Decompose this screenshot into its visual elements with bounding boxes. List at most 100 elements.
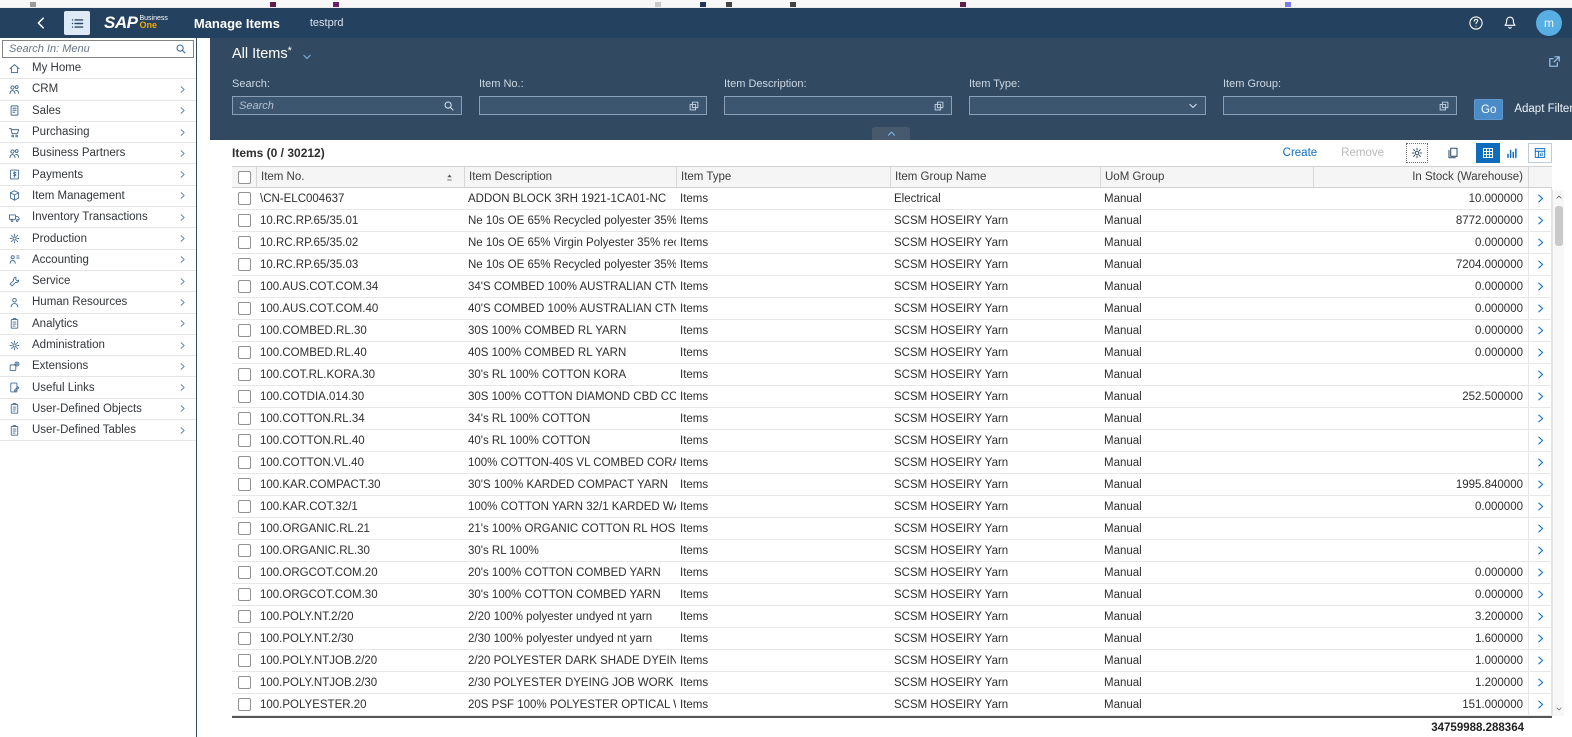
chevron-right-icon[interactable]: [1535, 347, 1546, 358]
sidebar-item-administration[interactable]: Administration: [0, 335, 196, 357]
row-checkbox[interactable]: [237, 390, 251, 403]
chevron-right-icon[interactable]: [1535, 413, 1546, 424]
column-header-item-type[interactable]: Item Type: [676, 167, 890, 187]
sidebar-item-production[interactable]: Production: [0, 228, 196, 250]
chevron-right-icon[interactable]: [1535, 699, 1546, 710]
remove-button[interactable]: Remove: [1341, 147, 1384, 159]
chevron-right-icon[interactable]: [1535, 303, 1546, 314]
row-checkbox[interactable]: [237, 610, 251, 623]
column-header-uom-group[interactable]: UoM Group: [1100, 167, 1313, 187]
chevron-right-icon[interactable]: [1535, 435, 1546, 446]
sort-ascending-icon[interactable]: [444, 172, 455, 183]
chevron-right-icon[interactable]: [1535, 325, 1546, 336]
table-row[interactable]: 100.ORGANIC.RL.21 21's 100% ORGANIC COTTO…: [232, 518, 1552, 540]
value-help-icon[interactable]: [688, 100, 700, 112]
row-checkbox[interactable]: [237, 500, 251, 513]
sidebar-search-input[interactable]: Search In: Menu: [2, 40, 194, 58]
table-row[interactable]: 100.COTTON.RL.40 40's RL 100% COTTON Items…: [232, 430, 1552, 452]
filter-item-type-input[interactable]: [969, 96, 1206, 115]
table-row[interactable]: 100.AUS.COT.COM.34 34'S COMBED 100% AUSTR…: [232, 276, 1552, 298]
row-checkbox[interactable]: [237, 236, 251, 249]
open-in-new-window-icon[interactable]: [1547, 54, 1562, 69]
table-row[interactable]: 100.KAR.COMPACT.30 30'S 100% KARDED COMPA…: [232, 474, 1552, 496]
row-checkbox[interactable]: [237, 368, 251, 381]
scroll-down-arrow[interactable]: [1553, 703, 1564, 715]
sidebar-item-item-management[interactable]: Item Management: [0, 186, 196, 208]
chart-view-button[interactable]: [1500, 143, 1524, 163]
row-checkbox[interactable]: [237, 544, 251, 557]
row-checkbox[interactable]: [237, 566, 251, 579]
table-row[interactable]: 100.ORGCOT.COM.30 30's 100% COTTON COMBED…: [232, 584, 1552, 606]
column-header-item-no[interactable]: Item No.: [256, 167, 464, 187]
table-row[interactable]: 100.KAR.COT.32/1 100% COTTON YARN 32/1 KA…: [232, 496, 1552, 518]
table-row[interactable]: 100.ORGCOT.COM.20 20's 100% COTTON COMBED…: [232, 562, 1552, 584]
table-row[interactable]: 10.RC.RP.65/35.02 Ne 10s OE 65% Virgin Po…: [232, 232, 1552, 254]
chevron-right-icon[interactable]: [1535, 479, 1546, 490]
table-row[interactable]: \CN-ELC004637 ADDON BLOCK 3RH 1921-1CA01-…: [232, 188, 1552, 210]
filter-item-group-input[interactable]: [1223, 96, 1457, 115]
row-checkbox[interactable]: [237, 412, 251, 425]
chevron-right-icon[interactable]: [1535, 215, 1546, 226]
user-avatar[interactable]: m: [1536, 10, 1562, 36]
sidebar-item-my-home[interactable]: My Home: [0, 58, 196, 80]
create-button[interactable]: Create: [1283, 147, 1318, 159]
column-header-in-stock-warehouse[interactable]: In Stock (Warehouse): [1313, 167, 1528, 187]
chevron-right-icon[interactable]: [1535, 567, 1546, 578]
export-copy-icon[interactable]: [1446, 146, 1460, 160]
table-row[interactable]: 100.POLY.NT.2/20 2/20 100% polyester undy…: [232, 606, 1552, 628]
row-checkbox[interactable]: [237, 478, 251, 491]
help-icon[interactable]: [1468, 15, 1484, 31]
chevron-right-icon[interactable]: [1535, 589, 1546, 600]
dropdown-icon[interactable]: [1187, 100, 1199, 112]
view-selector[interactable]: All Items *: [232, 45, 313, 63]
table-row[interactable]: 100.COTDIA.014.30 30S 100% COTTON DIAMOND…: [232, 386, 1552, 408]
row-checkbox[interactable]: [237, 434, 251, 447]
chevron-right-icon[interactable]: [1535, 523, 1546, 534]
sidebar-item-analytics[interactable]: Analytics: [0, 314, 196, 335]
row-checkbox[interactable]: [237, 632, 251, 645]
chevron-right-icon[interactable]: [1535, 501, 1546, 512]
row-checkbox[interactable]: [237, 676, 251, 689]
sidebar-item-extensions[interactable]: Extensions: [0, 356, 196, 378]
row-checkbox[interactable]: [237, 522, 251, 535]
row-checkbox[interactable]: [237, 192, 251, 205]
filter-search-input[interactable]: Search: [232, 96, 462, 115]
sidebar-item-service[interactable]: Service: [0, 271, 196, 293]
chevron-right-icon[interactable]: [1535, 259, 1546, 270]
sidebar-item-payments[interactable]: Payments: [0, 164, 196, 186]
sidebar-item-crm[interactable]: CRM: [0, 79, 196, 101]
table-row[interactable]: 100.POLYESTER.20 20S PSF 100% POLYESTER O…: [232, 694, 1552, 716]
sidebar-item-business-partners[interactable]: Business Partners: [0, 143, 196, 165]
table-row[interactable]: 100.COTTON.RL.34 34's RL 100% COTTON Items…: [232, 408, 1552, 430]
chevron-right-icon[interactable]: [1535, 369, 1546, 380]
back-button[interactable]: [34, 16, 48, 30]
vertical-scrollbar[interactable]: [1552, 190, 1564, 716]
column-header-item-group-name[interactable]: Item Group Name: [890, 167, 1100, 187]
table-view-button[interactable]: [1476, 143, 1500, 163]
table-row[interactable]: 100.COT.RL.KORA.30 30's RL 100% COTTON KO…: [232, 364, 1552, 386]
table-settings-button[interactable]: [1406, 143, 1428, 163]
row-checkbox[interactable]: [237, 302, 251, 315]
go-button[interactable]: Go: [1474, 99, 1504, 120]
row-checkbox[interactable]: [237, 258, 251, 271]
row-checkbox[interactable]: [237, 698, 251, 711]
row-checkbox[interactable]: [237, 588, 251, 601]
sidebar-item-human-resources[interactable]: Human Resources: [0, 292, 196, 314]
scroll-up-arrow[interactable]: [1553, 191, 1564, 203]
table-row[interactable]: 100.ORGANIC.RL.30 30's RL 100% Items SCSM H…: [232, 540, 1552, 562]
sidebar-item-accounting[interactable]: Accounting: [0, 250, 196, 271]
table-row[interactable]: 100.POLY.NTJOB.2/30 2/30 POLYESTER DYEING…: [232, 672, 1552, 694]
table-row[interactable]: 100.AUS.COT.COM.40 40'S COMBED 100% AUSTR…: [232, 298, 1552, 320]
notifications-bell-icon[interactable]: [1502, 15, 1518, 31]
column-header-item-description[interactable]: Item Description: [464, 167, 676, 187]
select-all-checkbox[interactable]: [237, 170, 251, 184]
sidebar-item-useful-links[interactable]: Useful Links: [0, 377, 196, 399]
chevron-right-icon[interactable]: [1535, 281, 1546, 292]
mixed-view-button[interactable]: [1528, 143, 1552, 163]
sidebar-item-user-defined-objects[interactable]: User-Defined Objects: [0, 399, 196, 421]
value-help-icon[interactable]: [1438, 100, 1450, 112]
row-checkbox[interactable]: [237, 214, 251, 227]
search-icon[interactable]: [443, 100, 455, 112]
menu-toggle-button[interactable]: [64, 11, 90, 35]
table-row[interactable]: 10.RC.RP.65/35.01 Ne 10s OE 65% Recycled …: [232, 210, 1552, 232]
